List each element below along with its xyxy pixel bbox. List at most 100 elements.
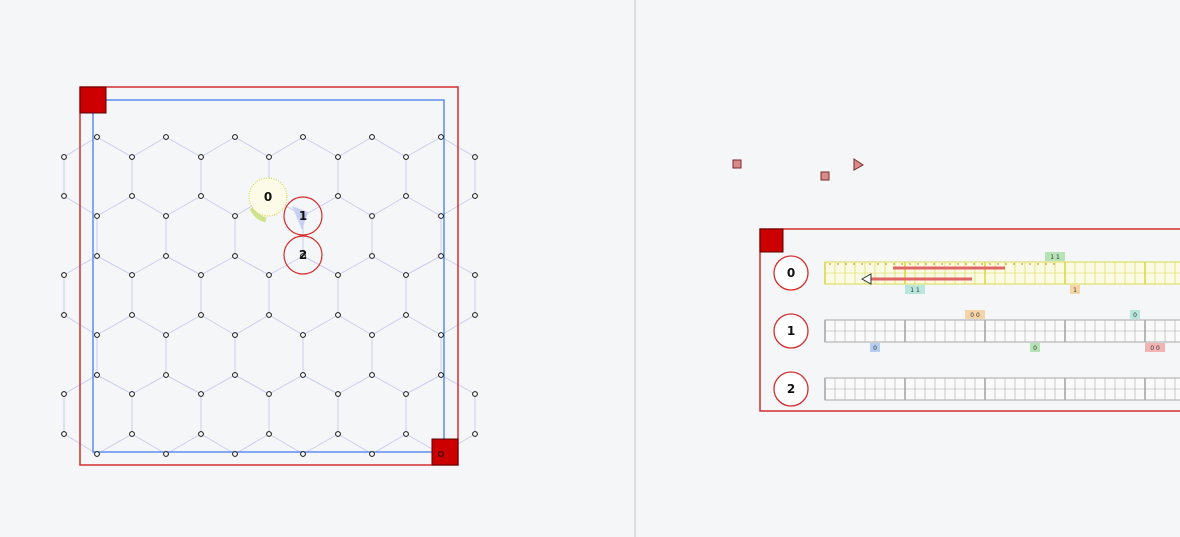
lattice-node[interactable] <box>163 213 169 219</box>
lattice-node[interactable] <box>472 154 478 160</box>
lattice-node[interactable] <box>300 332 306 338</box>
timeline-lane-2: 2 <box>773 371 1180 407</box>
lattice-node[interactable] <box>198 312 204 318</box>
lattice-node[interactable] <box>369 332 375 338</box>
lattice-node[interactable] <box>335 272 341 278</box>
lattice-node[interactable] <box>129 391 135 397</box>
lattice-node[interactable] <box>232 451 238 457</box>
lattice-node[interactable] <box>94 451 100 457</box>
lane-agent-badge[interactable]: 1 <box>773 313 809 349</box>
lane-track[interactable] <box>824 319 1180 343</box>
lattice-node[interactable] <box>438 213 444 219</box>
lattice-node[interactable] <box>129 154 135 160</box>
lattice-node[interactable] <box>232 213 238 219</box>
lattice-edge <box>405 374 442 395</box>
lattice-node[interactable] <box>472 431 478 437</box>
svg-text:0: 0 <box>1033 345 1037 352</box>
lattice-node[interactable] <box>198 193 204 199</box>
lattice-node[interactable] <box>369 372 375 378</box>
lattice-node[interactable] <box>403 154 409 160</box>
lattice-node[interactable] <box>300 372 306 378</box>
lattice-node[interactable] <box>232 253 238 259</box>
lattice-node[interactable] <box>472 193 478 199</box>
lattice-edge <box>302 195 339 217</box>
lattice-node[interactable] <box>266 312 272 318</box>
play-triangle-icon[interactable] <box>853 158 864 171</box>
agent-0[interactable]: 0 <box>248 177 288 223</box>
lattice-node[interactable] <box>335 312 341 318</box>
timeline-lane-1: 10 000 0000 0 <box>773 310 1180 352</box>
lattice-node[interactable] <box>163 253 169 259</box>
lattice-node[interactable] <box>232 332 238 338</box>
lattice-node[interactable] <box>369 213 375 219</box>
lattice-node[interactable] <box>438 134 444 140</box>
corner-handle-top-left[interactable] <box>79 86 107 114</box>
lattice-node[interactable] <box>129 431 135 437</box>
lane-agent-badge[interactable]: 0 <box>773 255 809 291</box>
lattice-edge <box>200 255 236 276</box>
lattice-node[interactable] <box>438 332 444 338</box>
square-marker-icon[interactable] <box>820 171 830 181</box>
lattice-node[interactable] <box>438 372 444 378</box>
lattice-node[interactable] <box>369 451 375 457</box>
lane-track[interactable] <box>824 261 1180 285</box>
lattice-node[interactable] <box>163 332 169 338</box>
lattice-node[interactable] <box>300 134 306 140</box>
lattice-node[interactable] <box>266 431 272 437</box>
corner-handle-bottom-right[interactable] <box>431 438 459 466</box>
lattice-node[interactable] <box>472 391 478 397</box>
lattice-node[interactable] <box>300 451 306 457</box>
lattice-edge <box>371 255 407 276</box>
lattice-edge <box>371 433 407 455</box>
lattice-node[interactable] <box>61 272 67 278</box>
lattice-node[interactable] <box>163 134 169 140</box>
lattice-node[interactable] <box>94 134 100 140</box>
lattice-node[interactable] <box>335 154 341 160</box>
lattice-node[interactable] <box>403 431 409 437</box>
lattice-node[interactable] <box>94 253 100 259</box>
lattice-edge <box>131 136 167 158</box>
lane-chip: 0 <box>1130 310 1140 319</box>
lattice-node[interactable] <box>266 391 272 397</box>
lattice-node[interactable] <box>94 332 100 338</box>
timeline-corner-handle[interactable] <box>759 228 784 253</box>
lattice-edge <box>131 195 167 217</box>
lattice-node[interactable] <box>472 312 478 318</box>
lattice-node[interactable] <box>61 431 67 437</box>
lattice-node[interactable] <box>198 391 204 397</box>
lattice-node[interactable] <box>335 391 341 397</box>
lattice-node[interactable] <box>232 372 238 378</box>
lattice-node[interactable] <box>129 312 135 318</box>
lattice-node[interactable] <box>129 193 135 199</box>
lattice-node[interactable] <box>61 312 67 318</box>
lattice-node[interactable] <box>232 134 238 140</box>
lattice-node[interactable] <box>403 193 409 199</box>
lattice-node[interactable] <box>94 213 100 219</box>
lattice-node[interactable] <box>438 253 444 259</box>
lattice-node[interactable] <box>198 272 204 278</box>
lattice-node[interactable] <box>61 154 67 160</box>
lattice-node[interactable] <box>403 272 409 278</box>
lattice-node[interactable] <box>129 272 135 278</box>
lattice-node[interactable] <box>403 391 409 397</box>
square-marker-icon[interactable] <box>732 159 742 169</box>
lattice-edge <box>337 136 373 158</box>
lattice-node[interactable] <box>266 154 272 160</box>
lattice-node[interactable] <box>369 253 375 259</box>
lattice-node[interactable] <box>472 272 478 278</box>
lattice-edge <box>268 136 304 158</box>
lattice-node[interactable] <box>403 312 409 318</box>
lattice-node[interactable] <box>266 272 272 278</box>
lattice-node[interactable] <box>61 391 67 397</box>
lattice-node[interactable] <box>61 193 67 199</box>
lattice-node[interactable] <box>369 134 375 140</box>
lane-track[interactable] <box>824 377 1180 401</box>
lattice-node[interactable] <box>198 154 204 160</box>
lattice-node[interactable] <box>335 193 341 199</box>
lattice-node[interactable] <box>198 431 204 437</box>
lattice-node[interactable] <box>94 372 100 378</box>
lattice-node[interactable] <box>163 451 169 457</box>
lattice-node[interactable] <box>163 372 169 378</box>
lattice-node[interactable] <box>335 431 341 437</box>
lane-agent-badge[interactable]: 2 <box>773 371 809 407</box>
